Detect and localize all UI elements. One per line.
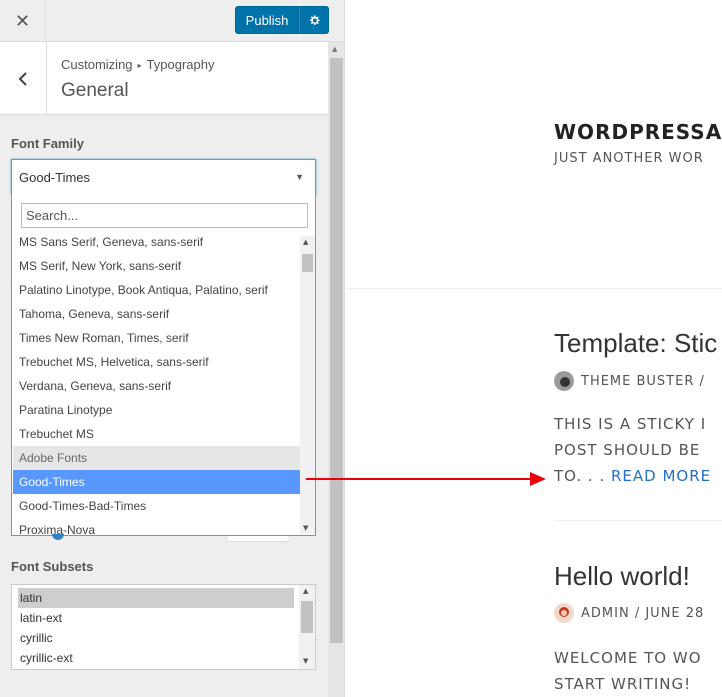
hidden-radio-button xyxy=(52,534,64,540)
header-divider xyxy=(346,288,722,289)
avatar xyxy=(554,603,574,623)
subset-option[interactable]: latin xyxy=(18,588,294,608)
post-meta: THEME BUSTER / xyxy=(554,371,705,391)
section-title: General xyxy=(61,80,129,101)
font-subsets-label: Font Subsets xyxy=(11,559,94,574)
post-excerpt: THIS IS A STICKY I POST SHOULD BE TO. . … xyxy=(554,411,711,489)
font-option[interactable]: Times New Roman, Times, serif xyxy=(13,326,300,350)
customizer-sidebar: ✕ Publish ▲ Customizing ▸ Typography Gener… xyxy=(0,0,345,697)
scroll-down-arrow-icon[interactable]: ▼ xyxy=(303,657,308,665)
post-meta-suffix: / JUNE 28 xyxy=(634,605,705,621)
font-subsets-multiselect[interactable]: latin latin-ext cyrillic cyrillic-ext ▲ ▼ xyxy=(11,584,316,670)
post-author[interactable]: THEME BUSTER xyxy=(581,374,694,389)
font-option[interactable]: Trebuchet MS xyxy=(13,422,300,446)
breadcrumb-separator-icon: ▸ xyxy=(137,61,142,70)
excerpt-line: POST SHOULD BE xyxy=(554,441,701,459)
subset-option[interactable]: cyrillic xyxy=(18,628,294,648)
subset-option[interactable]: latin-ext xyxy=(18,608,294,628)
font-option[interactable]: Proxima-Nova xyxy=(13,518,300,534)
font-option[interactable]: Verdana, Geneva, sans-serif xyxy=(13,374,300,398)
font-option[interactable]: MS Serif, New York, sans-serif xyxy=(13,254,300,278)
chevron-left-icon xyxy=(18,71,27,86)
font-option[interactable]: Tahoma, Geneva, sans-serif xyxy=(13,302,300,326)
post-divider xyxy=(554,520,722,521)
font-option[interactable]: Good-Times xyxy=(13,470,300,494)
scroll-up-arrow-icon[interactable]: ▲ xyxy=(303,238,308,246)
post-excerpt: WELCOME TO WO START WRITING! xyxy=(554,645,702,697)
caret-down-icon[interactable]: ▼ xyxy=(295,172,304,182)
excerpt-line-last: TO. . . READ MORE xyxy=(554,463,711,489)
font-family-select[interactable]: Good-Times ▼ xyxy=(11,159,316,195)
publish-button[interactable]: Publish xyxy=(235,6,299,34)
excerpt-line: TO. . . xyxy=(554,467,606,485)
font-option[interactable]: Paratina Linotype xyxy=(13,398,300,422)
option-group-label: Adobe Fonts xyxy=(13,446,300,470)
subsets-scrollbar-thumb[interactable] xyxy=(301,601,313,633)
gear-icon xyxy=(309,14,320,25)
site-tagline: JUST ANOTHER WOR xyxy=(554,151,704,166)
font-option[interactable]: Trebuchet MS, Helvetica, sans-serif xyxy=(13,350,300,374)
font-search-input[interactable] xyxy=(21,203,308,228)
scroll-up-arrow-icon[interactable]: ▲ xyxy=(332,45,337,53)
dropdown-scrollbar-thumb[interactable] xyxy=(302,254,313,272)
customizer-header: ✕ Publish xyxy=(0,0,344,42)
font-family-dropdown: MS Sans Serif, Geneva, sans-serifMS Seri… xyxy=(11,194,316,536)
font-family-label: Font Family xyxy=(11,136,84,151)
breadcrumb: Customizing ▸ Typography xyxy=(61,57,214,72)
publish-settings-button[interactable] xyxy=(299,6,329,34)
excerpt-line: THIS IS A STICKY I xyxy=(554,415,707,433)
panel-scrollbar-thumb[interactable] xyxy=(330,58,343,643)
font-family-selected-value: Good-Times xyxy=(19,170,91,185)
font-option[interactable]: MS Sans Serif, Geneva, sans-serif xyxy=(13,236,300,254)
read-more-link[interactable]: READ MORE xyxy=(611,467,711,485)
site-preview: WORDPRESSA JUST ANOTHER WOR Template: St… xyxy=(346,0,722,697)
back-button[interactable] xyxy=(0,42,47,115)
font-option[interactable]: Good-Times-Bad-Times xyxy=(13,494,300,518)
scroll-down-arrow-icon[interactable]: ▼ xyxy=(303,524,308,532)
scroll-up-arrow-icon[interactable]: ▲ xyxy=(303,587,308,595)
font-options-list[interactable]: MS Sans Serif, Geneva, sans-serif MS Seri… xyxy=(13,236,300,534)
site-title[interactable]: WORDPRESSA xyxy=(554,120,722,144)
post-author[interactable]: ADMIN xyxy=(581,606,630,621)
post-title[interactable]: Template: Stic xyxy=(554,328,717,359)
breadcrumb-current: Typography xyxy=(146,57,215,72)
section-header: Customizing ▸ Typography General xyxy=(0,42,328,115)
post-meta: ADMIN / JUNE 28 xyxy=(554,603,704,623)
close-icon[interactable]: ✕ xyxy=(0,0,46,42)
font-option[interactable]: Palatino Linotype, Book Antiqua, Palatin… xyxy=(13,278,300,302)
dropdown-scrollbar-track[interactable] xyxy=(300,236,315,534)
avatar xyxy=(554,371,574,391)
post-title[interactable]: Hello world! xyxy=(554,561,690,592)
breadcrumb-parent: Customizing xyxy=(61,57,133,72)
excerpt-line: START WRITING! xyxy=(554,675,692,693)
post-meta-suffix: / xyxy=(699,373,705,389)
excerpt-line: WELCOME TO WO xyxy=(554,649,702,667)
hidden-number-input xyxy=(226,536,290,542)
subset-option[interactable]: cyrillic-ext xyxy=(18,648,294,668)
